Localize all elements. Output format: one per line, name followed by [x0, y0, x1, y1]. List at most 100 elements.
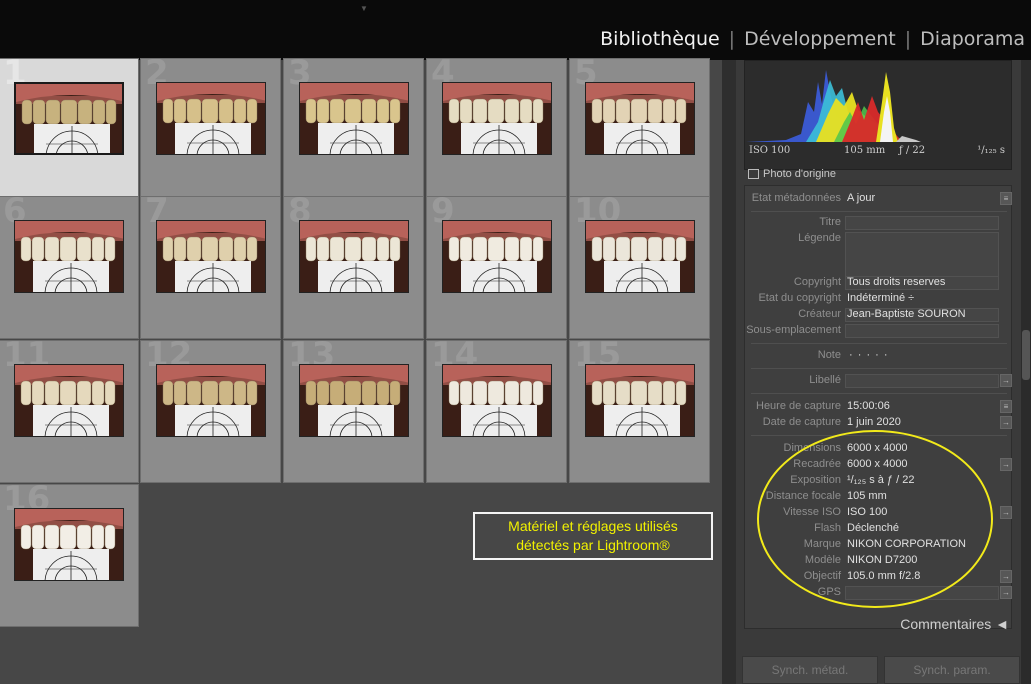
- callout-line-1: Matériel et réglages utilisés: [508, 518, 678, 534]
- meta-copyright-status-label: Etat du copyright: [758, 292, 841, 304]
- photo-cell[interactable]: 15: [569, 340, 710, 483]
- module-picker: Bibliothèque | Développement | Diaporama: [600, 28, 1025, 50]
- meta-rating-row: Note · · · · ·: [745, 349, 1013, 363]
- divider: [751, 343, 1007, 344]
- scrollbar-thumb[interactable]: [1022, 330, 1030, 380]
- meta-creator-value: Jean-Baptiste SOURON: [847, 308, 966, 320]
- photo-cell[interactable]: 5: [569, 58, 710, 201]
- photo-cell[interactable]: 16: [0, 484, 139, 627]
- module-develop[interactable]: Développement: [744, 28, 896, 50]
- photo-cell[interactable]: 12: [140, 340, 281, 483]
- title-field[interactable]: [845, 216, 999, 230]
- meta-capture-time-row: Heure de capture 15:00:06 ≡: [745, 400, 1013, 414]
- sync-metadata-button[interactable]: Synch. métad.: [742, 656, 878, 684]
- meta-creator-row: Créateur Jean-Baptiste SOURON: [745, 308, 1013, 322]
- meta-copyright-row: Copyright Tous droits reserves: [745, 276, 1013, 290]
- photo-cell[interactable]: 2: [140, 58, 281, 201]
- meta-capture-time-value: 15:00:06: [847, 400, 890, 412]
- meta-label-label: Libellé: [809, 374, 841, 386]
- photo-thumbnail[interactable]: [442, 364, 552, 437]
- arrow-right-icon[interactable]: →: [1000, 458, 1012, 471]
- module-separator: |: [728, 28, 736, 50]
- photo-cell[interactable]: 11: [0, 340, 139, 483]
- photo-thumbnail[interactable]: [299, 82, 409, 155]
- photo-thumbnail[interactable]: [14, 82, 124, 155]
- histogram: ISO 100 105 mm ƒ / 22 ¹/₁₂₅ s: [744, 60, 1012, 170]
- meta-title-row: Titre: [745, 216, 1013, 230]
- meta-caption-label: Légende: [798, 232, 841, 244]
- label-field[interactable]: [845, 374, 999, 388]
- original-photo-label: Photo d'origine: [763, 168, 837, 180]
- divider: [751, 393, 1007, 394]
- annotation-ellipse: [757, 430, 993, 608]
- photo-cell[interactable]: 6: [0, 196, 139, 339]
- photo-thumbnail[interactable]: [299, 364, 409, 437]
- photo-thumbnail[interactable]: [585, 82, 695, 155]
- checkbox-icon[interactable]: [748, 169, 759, 180]
- photo-thumbnail[interactable]: [14, 508, 124, 581]
- arrow-right-icon[interactable]: →: [1000, 506, 1012, 519]
- photo-cell[interactable]: 10: [569, 196, 710, 339]
- photo-cell[interactable]: 13: [283, 340, 424, 483]
- photo-thumbnail[interactable]: [14, 220, 124, 293]
- arrow-right-icon[interactable]: →: [1000, 416, 1012, 429]
- hist-iso: ISO 100: [749, 145, 791, 156]
- photo-cell[interactable]: 14: [426, 340, 567, 483]
- photo-thumbnail[interactable]: [156, 220, 266, 293]
- comments-panel-header[interactable]: Commentaires ◄: [736, 610, 1021, 638]
- meta-status-label: Etat métadonnées: [751, 192, 841, 204]
- panel-divider: [722, 60, 736, 684]
- meta-sublocation-row: Sous-emplacement: [745, 324, 1013, 338]
- hist-focal: 105 mm: [844, 145, 886, 156]
- photo-cell[interactable]: 8: [283, 196, 424, 339]
- photo-cell[interactable]: 1: [0, 58, 139, 201]
- list-icon[interactable]: ≡: [1000, 400, 1012, 413]
- list-icon[interactable]: ≡: [1000, 192, 1012, 205]
- meta-status-row: Etat métadonnées A jour ≡: [745, 192, 1013, 206]
- photo-thumbnail[interactable]: [585, 220, 695, 293]
- meta-label-row: Libellé →: [745, 374, 1013, 388]
- hist-shutter: ¹/₁₂₅ s: [977, 145, 1005, 156]
- hist-aperture: ƒ / 22: [899, 145, 926, 156]
- photo-cell[interactable]: 7: [140, 196, 281, 339]
- meta-capture-date-row: Date de capture 1 juin 2020 →: [745, 416, 1013, 430]
- photo-cell[interactable]: 9: [426, 196, 567, 339]
- meta-capture-date-label: Date de capture: [762, 416, 841, 428]
- original-photo-toggle[interactable]: Photo d'origine: [748, 168, 836, 180]
- photo-thumbnail[interactable]: [14, 364, 124, 437]
- photo-thumbnail[interactable]: [442, 82, 552, 155]
- divider: [751, 368, 1007, 369]
- comments-label: Commentaires ◄: [900, 616, 1009, 632]
- photo-cell[interactable]: 3: [283, 58, 424, 201]
- photo-thumbnail[interactable]: [585, 364, 695, 437]
- module-slideshow[interactable]: Diaporama: [920, 28, 1025, 50]
- meta-status-value: A jour: [847, 192, 876, 204]
- meta-capture-time-label: Heure de capture: [756, 400, 841, 412]
- top-bar: ▼ Bibliothèque | Développement | Diaporama: [0, 0, 1031, 60]
- panel-scrollbar[interactable]: [1021, 60, 1031, 684]
- histogram-graph: [746, 70, 921, 142]
- caption-field[interactable]: [845, 232, 999, 280]
- arrow-right-icon[interactable]: →: [1000, 586, 1012, 599]
- panel-grip-icon[interactable]: ▼: [358, 4, 370, 13]
- callout-line-2: détectés par Lightroom®: [516, 537, 670, 553]
- photo-thumbnail[interactable]: [156, 82, 266, 155]
- arrow-right-icon[interactable]: →: [1000, 374, 1012, 387]
- photo-thumbnail[interactable]: [442, 220, 552, 293]
- photo-thumbnail[interactable]: [299, 220, 409, 293]
- meta-capture-date-value: 1 juin 2020: [847, 416, 901, 428]
- meta-rating-label: Note: [817, 349, 841, 361]
- sync-settings-button[interactable]: Synch. param.: [884, 656, 1020, 684]
- photo-thumbnail[interactable]: [156, 364, 266, 437]
- rating-stars[interactable]: · · · · ·: [849, 349, 889, 361]
- photo-grid: 1 2 3 4 5 6 7 8 9 10 11 12 13 14 15 16: [0, 58, 722, 684]
- arrow-right-icon[interactable]: →: [1000, 570, 1012, 583]
- photo-cell[interactable]: 4: [426, 58, 567, 201]
- module-library[interactable]: Bibliothèque: [600, 28, 720, 50]
- copyright-status-select[interactable]: Indéterminé ÷: [847, 292, 914, 304]
- meta-sublocation-label: Sous-emplacement: [746, 324, 841, 336]
- meta-title-label: Titre: [819, 216, 841, 228]
- sublocation-field[interactable]: [845, 324, 999, 338]
- meta-creator-label: Créateur: [798, 308, 841, 320]
- divider: [751, 211, 1007, 212]
